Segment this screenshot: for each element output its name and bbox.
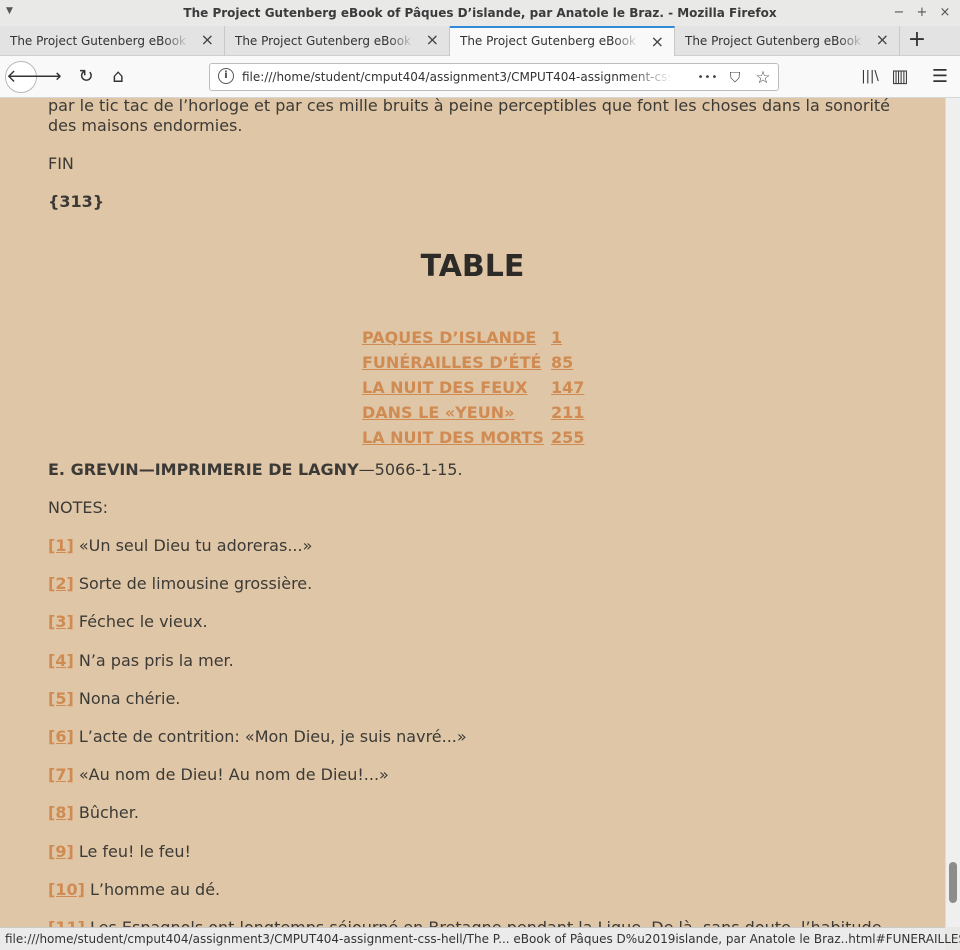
toc-row: DANS LE «YEUN» 211 <box>362 403 602 428</box>
note-text: N’a pas pris la mer. <box>78 651 234 670</box>
note-ref-link[interactable]: [5] <box>48 689 74 708</box>
note-ref-link[interactable]: [10] <box>48 880 85 899</box>
note-text: Les Espagnols ont longtemps séjourné en … <box>90 918 882 927</box>
note-text: Nona chérie. <box>78 689 181 708</box>
note: [9] Le feu! le feu! <box>48 842 898 862</box>
scrollbar-thumb[interactable] <box>949 862 957 903</box>
new-tab-button[interactable]: + <box>905 29 929 53</box>
note-ref-link[interactable]: [2] <box>48 574 74 593</box>
note-text: L’homme au dé. <box>89 880 221 899</box>
note: [2] Sorte de limousine grossière. <box>48 574 898 594</box>
notes-heading: NOTES: <box>48 498 108 517</box>
note: [3] Féchec le vieux. <box>48 612 898 632</box>
note-ref-link[interactable]: [1] <box>48 536 74 555</box>
note: [6] L’acte de contrition: «Mon Dieu, je … <box>48 727 898 747</box>
reload-button[interactable]: ↻ <box>73 64 99 90</box>
note-text: «Au nom de Dieu! Au nom de Dieu!...» <box>78 765 389 784</box>
toc-row: PAQUES D’ISLANDE 1 <box>362 328 602 353</box>
note-ref-link[interactable]: [3] <box>48 612 74 631</box>
tab-strip: The Project Gutenberg eBook of Gardens o… <box>0 26 960 57</box>
toc-link-nuit-des-feux[interactable]: LA NUIT DES FEUX <box>362 378 527 397</box>
page-content: par le tic tac de l’horloge et par ces m… <box>0 98 945 927</box>
vertical-scrollbar[interactable] <box>945 98 960 927</box>
status-link-url: file:///home/student/cmput404/assignment… <box>5 932 960 946</box>
note-text: «Un seul Dieu tu adoreras...» <box>78 536 313 555</box>
page-number: {313} <box>48 192 105 211</box>
note-ref-link[interactable]: [8] <box>48 803 74 822</box>
toc-page-link[interactable]: 211 <box>551 403 584 422</box>
forward-button[interactable]: → <box>41 64 67 90</box>
note-text: Sorte de limousine grossière. <box>78 574 313 593</box>
paragraph-text: par le tic tac de l’horloge et par ces m… <box>48 98 891 135</box>
note-ref-link[interactable]: [9] <box>48 842 74 861</box>
note-text: Bûcher. <box>78 803 139 822</box>
tab-label: The Project Gutenberg eBook of Pâques D’… <box>460 34 640 48</box>
note: [8] Bûcher. <box>48 803 898 823</box>
tab[interactable]: The Project Gutenberg eBook of Gardens o… <box>0 26 225 56</box>
note-text: Le feu! le feu! <box>78 842 191 861</box>
close-tab-icon[interactable]: × <box>651 34 664 50</box>
home-button[interactable]: ⌂ <box>105 64 131 90</box>
toc-row: LA NUIT DES FEUX 147 <box>362 378 602 403</box>
navigation-toolbar: 🡐 → ↻ ⌂ i file:///home/student/cmput404/… <box>0 56 960 98</box>
site-info-icon[interactable]: i <box>218 68 234 84</box>
toc-page-link[interactable]: 147 <box>551 378 584 397</box>
tab-label: The Project Gutenberg eBook of Gardens o… <box>10 34 190 48</box>
library-icon[interactable]: |||\ <box>857 64 883 90</box>
note-ref-link[interactable]: [11] <box>48 918 85 927</box>
printer-code: —5066-1-15. <box>358 460 463 479</box>
note-ref-link[interactable]: [7] <box>48 765 74 784</box>
pocket-icon[interactable]: ⛉ <box>724 67 746 89</box>
back-button[interactable]: 🡐 <box>5 61 54 93</box>
window-title: The Project Gutenberg eBook of Pâques D’… <box>183 6 777 20</box>
note: [10] L’homme au dé. <box>48 880 898 900</box>
close-tab-icon[interactable]: × <box>426 32 439 48</box>
url-text[interactable]: file:///home/student/cmput404/assignment… <box>242 70 672 84</box>
table-of-contents: PAQUES D’ISLANDE 1 FUNÉRAILLES D’ÉTÉ 85 … <box>362 328 602 453</box>
hamburger-menu-icon[interactable]: ☰ <box>927 64 953 90</box>
tab[interactable]: The Project Gutenberg eBook of Pâques D’… <box>675 26 900 56</box>
close-tab-icon[interactable]: × <box>201 32 214 48</box>
note: [7] «Au nom de Dieu! Au nom de Dieu!...» <box>48 765 898 785</box>
sidebar-icon[interactable]: ▥ <box>887 64 913 90</box>
note: [4] N’a pas pris la mer. <box>48 651 898 671</box>
note-ref-link[interactable]: [4] <box>48 651 74 670</box>
toc-page-link[interactable]: 255 <box>551 428 584 447</box>
toc-row: FUNÉRAILLES D’ÉTÉ 85 <box>362 353 602 378</box>
toc-page-link[interactable]: 85 <box>551 353 573 372</box>
toc-link-funerailles-ete[interactable]: FUNÉRAILLES D’ÉTÉ <box>362 353 541 372</box>
toc-row: LA NUIT DES MORTS 255 <box>362 428 602 453</box>
window-titlebar: ▼ The Project Gutenberg eBook of Pâques … <box>0 0 960 26</box>
note-text: Féchec le vieux. <box>78 612 208 631</box>
note: [11] Les Espagnols ont longtemps séjourn… <box>48 918 898 927</box>
note-text: L’acte de contrition: «Mon Dieu, je suis… <box>78 727 467 746</box>
tab-label: The Project Gutenberg eBook of Pâques D’… <box>685 34 865 48</box>
maximize-button[interactable]: + <box>913 4 931 22</box>
table-heading: TABLE <box>420 249 525 284</box>
note-ref-link[interactable]: [6] <box>48 727 74 746</box>
toc-link-paques-islande[interactable]: PAQUES D’ISLANDE <box>362 328 536 347</box>
note: [1] «Un seul Dieu tu adoreras...» <box>48 536 898 556</box>
fin-text: FIN <box>48 154 74 173</box>
close-window-button[interactable]: × <box>936 4 954 22</box>
printer-line: E. GREVIN—IMPRIMERIE DE LAGNY—5066-1-15. <box>48 460 898 480</box>
close-tab-icon[interactable]: × <box>876 32 889 48</box>
note: [5] Nona chérie. <box>48 689 898 709</box>
status-bar: file:///home/student/cmput404/assignment… <box>0 927 960 950</box>
toc-link-nuit-des-morts[interactable]: LA NUIT DES MORTS <box>362 428 544 447</box>
bookmark-star-icon[interactable]: ☆ <box>752 67 774 89</box>
toc-page-link[interactable]: 1 <box>551 328 562 347</box>
printer-name: E. GREVIN—IMPRIMERIE DE LAGNY <box>48 460 359 479</box>
tab[interactable]: The Project Gutenberg eBook of Electrici… <box>225 26 450 56</box>
url-bar[interactable]: i file:///home/student/cmput404/assignme… <box>209 63 779 91</box>
tab-active[interactable]: The Project Gutenberg eBook of Pâques D’… <box>450 26 675 57</box>
toc-link-dans-le-yeun[interactable]: DANS LE «YEUN» <box>362 403 514 422</box>
minimize-button[interactable]: − <box>890 4 908 22</box>
tab-label: The Project Gutenberg eBook of Electrici… <box>235 34 415 48</box>
page-actions-icon[interactable]: ••• <box>697 67 719 89</box>
